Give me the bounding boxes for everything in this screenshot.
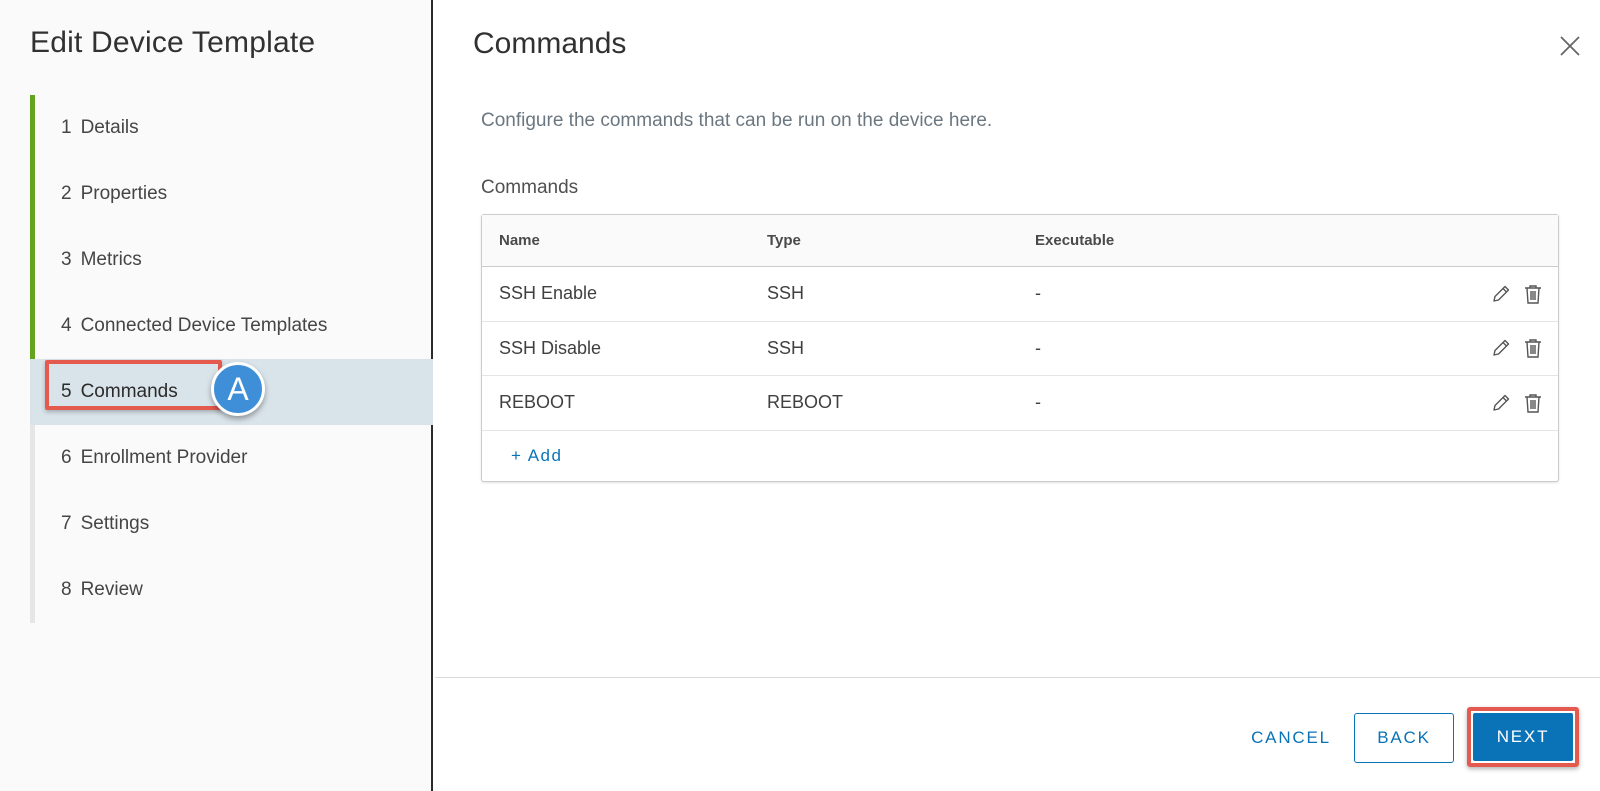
step-number: 3 — [61, 249, 72, 270]
callout-badge: A — [211, 362, 265, 416]
add-row: + Add — [482, 431, 1558, 481]
cell-executable: - — [1035, 392, 1041, 413]
step-label: Review — [80, 579, 143, 600]
cell-type: REBOOT — [767, 392, 844, 413]
step-properties[interactable]: 2 Properties — [30, 161, 433, 227]
step-enrollment-provider[interactable]: 6 Enrollment Provider — [30, 425, 433, 491]
cell-type: SSH — [767, 283, 805, 304]
cell-name: REBOOT — [499, 392, 576, 413]
wizard-title: Edit Device Template — [30, 26, 316, 59]
step-details[interactable]: 1 Details — [30, 95, 433, 161]
intro-text: Configure the commands that can be run o… — [481, 110, 993, 131]
trash-icon[interactable] — [1522, 337, 1544, 359]
step-number: 2 — [61, 183, 72, 204]
step-settings[interactable]: 7 Settings — [30, 491, 433, 557]
add-command-button[interactable]: + Add — [511, 431, 562, 481]
cell-executable: - — [1035, 337, 1041, 358]
cell-name: SSH Disable — [499, 337, 602, 358]
table-header: Name Type Executable — [482, 215, 1558, 267]
wizard-steps: 1 Details 2 Properties 3 Metrics 4 Conne… — [30, 95, 433, 623]
edit-icon[interactable] — [1490, 392, 1512, 414]
step-number: 1 — [61, 117, 72, 138]
step-number: 7 — [61, 513, 72, 534]
step-label: Commands — [80, 381, 178, 402]
cancel-button[interactable]: CANCEL — [1235, 713, 1347, 763]
step-label: Properties — [80, 183, 168, 204]
cell-type: SSH — [767, 337, 805, 358]
cell-name: SSH Enable — [499, 283, 598, 304]
cell-executable: - — [1035, 283, 1041, 304]
row-actions — [1490, 267, 1544, 321]
commands-table: Name Type Executable SSH Enable SSH - SS… — [481, 214, 1559, 482]
step-label: Details — [80, 117, 139, 138]
trash-icon[interactable] — [1522, 392, 1544, 414]
table-row: SSH Disable SSH - — [482, 322, 1558, 376]
edit-icon[interactable] — [1490, 337, 1512, 359]
step-commands[interactable]: 5 Commands A — [30, 359, 433, 425]
back-button[interactable]: BACK — [1354, 713, 1454, 763]
step-label: Connected Device Templates — [80, 315, 328, 336]
wizard-sidebar: Edit Device Template 1 Details 2 Propert… — [0, 0, 433, 791]
edit-icon[interactable] — [1490, 283, 1512, 305]
step-connected-device-templates[interactable]: 4 Connected Device Templates — [30, 293, 433, 359]
step-label: Settings — [80, 513, 150, 534]
column-header-name[interactable]: Name — [499, 215, 540, 266]
next-button[interactable]: NEXT — [1473, 713, 1573, 761]
step-review[interactable]: 8 Review — [30, 557, 433, 623]
trash-icon[interactable] — [1522, 283, 1544, 305]
step-number: 6 — [61, 447, 72, 468]
highlight-box: NEXT — [1467, 707, 1579, 767]
table-row: SSH Enable SSH - — [482, 267, 1558, 322]
step-number: 5 — [61, 381, 72, 402]
close-icon[interactable] — [1558, 34, 1582, 58]
step-label: Enrollment Provider — [80, 447, 248, 468]
step-metrics[interactable]: 3 Metrics — [30, 227, 433, 293]
step-number: 8 — [61, 579, 72, 600]
section-label: Commands — [481, 177, 579, 198]
column-header-type[interactable]: Type — [767, 215, 801, 266]
step-label: Metrics — [80, 249, 142, 270]
row-actions — [1490, 322, 1544, 376]
step-number: 4 — [61, 315, 72, 336]
main-panel: Commands Configure the commands that can… — [435, 0, 1600, 791]
page-title: Commands — [473, 27, 627, 60]
footer-divider — [435, 677, 1600, 678]
row-actions — [1490, 376, 1544, 430]
table-row: REBOOT REBOOT - — [482, 376, 1558, 431]
column-header-executable[interactable]: Executable — [1035, 215, 1114, 266]
